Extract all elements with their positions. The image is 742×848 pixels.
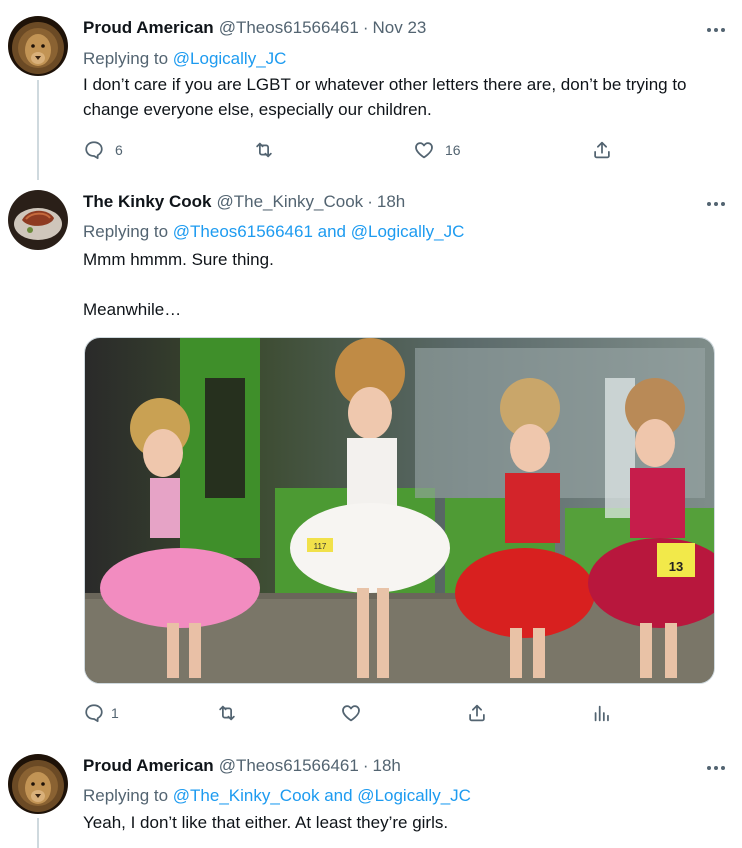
replying-to: Replying to @Theos61566461 and @Logicall…: [83, 219, 726, 245]
retweet-icon: [219, 705, 235, 721]
share-icon: [594, 141, 610, 159]
timestamp[interactable]: 18h: [377, 192, 405, 212]
media-photo[interactable]: 117 13: [84, 337, 715, 684]
timestamp[interactable]: 18h: [373, 756, 401, 776]
tweet-header: Proud American @Theos61566461 · 18h: [83, 756, 726, 780]
tweet-actions: 1: [83, 700, 643, 726]
reply-count: 6: [115, 142, 123, 158]
tweet-2[interactable]: The Kinky Cook @The_Kinky_Cook · 18h Rep…: [0, 180, 742, 740]
user-handle[interactable]: @Theos61566461: [219, 18, 359, 38]
separator-dot: ·: [367, 192, 373, 211]
user-handle[interactable]: @The_Kinky_Cook: [216, 192, 363, 212]
retweet-button[interactable]: [216, 700, 238, 726]
heart-icon: [342, 705, 360, 722]
replying-prefix: Replying to: [83, 49, 173, 68]
like-count: 16: [445, 142, 461, 158]
replying-prefix: Replying to: [83, 786, 173, 805]
user-handle[interactable]: @Theos61566461: [219, 756, 359, 776]
share-button[interactable]: [466, 700, 488, 726]
more-icon: [707, 28, 725, 32]
more-options-button[interactable]: [704, 758, 728, 778]
reply-button[interactable]: 6: [83, 137, 123, 163]
tweet-text: Yeah, I don’t like that either. At least…: [83, 813, 449, 832]
tweet-3[interactable]: Proud American @Theos61566461 · 18h Repl…: [0, 740, 742, 848]
thread-line: [37, 80, 39, 180]
thread-line: [37, 818, 39, 848]
reply-count: 1: [111, 705, 119, 721]
like-button[interactable]: [340, 700, 362, 726]
retweet-icon: [256, 142, 272, 158]
tweet-1[interactable]: Proud American @Theos61566461 · Nov 23 R…: [0, 0, 742, 180]
tweet-actions: 6 16: [83, 137, 643, 163]
separator-dot: ·: [362, 18, 369, 37]
reply-button[interactable]: 1: [83, 700, 119, 726]
more-icon: [707, 202, 725, 206]
tweet-text: Mmm hmmm. Sure thing. Meanwhile…: [83, 250, 274, 319]
tweet-text: I don’t care if you are LGBT or whatever…: [83, 75, 687, 119]
like-button[interactable]: 16: [413, 137, 461, 163]
analytics-icon: [594, 705, 609, 722]
replying-to-link[interactable]: @Theos61566461 and @Logically_JC: [173, 222, 465, 241]
replying-to-link[interactable]: @Logically_JC: [173, 49, 287, 68]
share-button[interactable]: [591, 137, 613, 163]
pageant-photo: 117 13: [85, 338, 714, 683]
photo-tag-left: 117: [314, 542, 327, 551]
display-name[interactable]: The Kinky Cook: [83, 192, 211, 212]
avatar[interactable]: [8, 754, 68, 814]
lion-icon: [8, 754, 68, 814]
retweet-button[interactable]: [253, 137, 275, 163]
display-name[interactable]: Proud American: [83, 756, 214, 776]
avatar[interactable]: [8, 190, 68, 250]
reply-icon: [85, 704, 103, 723]
heart-icon: [415, 142, 433, 159]
reply-icon: [85, 141, 103, 160]
more-icon: [707, 766, 725, 770]
replying-to-link[interactable]: @The_Kinky_Cook and @Logically_JC: [173, 786, 471, 805]
display-name[interactable]: Proud American: [83, 18, 214, 38]
food-icon: [8, 190, 68, 250]
lion-icon: [8, 16, 68, 76]
photo-tag-right: 13: [669, 559, 683, 574]
timestamp[interactable]: Nov 23: [373, 18, 427, 38]
separator-dot: ·: [362, 756, 369, 775]
replying-to: Replying to @The_Kinky_Cook and @Logical…: [83, 783, 726, 809]
avatar[interactable]: [8, 16, 68, 76]
more-options-button[interactable]: [704, 194, 728, 214]
replying-to: Replying to @Logically_JC: [83, 46, 726, 72]
replying-prefix: Replying to: [83, 222, 173, 241]
tweet-header: The Kinky Cook @The_Kinky_Cook · 18h: [83, 192, 726, 216]
more-options-button[interactable]: [704, 20, 728, 40]
share-icon: [469, 704, 485, 722]
tweet-header: Proud American @Theos61566461 · Nov 23: [83, 18, 726, 42]
analytics-button[interactable]: [591, 700, 613, 726]
